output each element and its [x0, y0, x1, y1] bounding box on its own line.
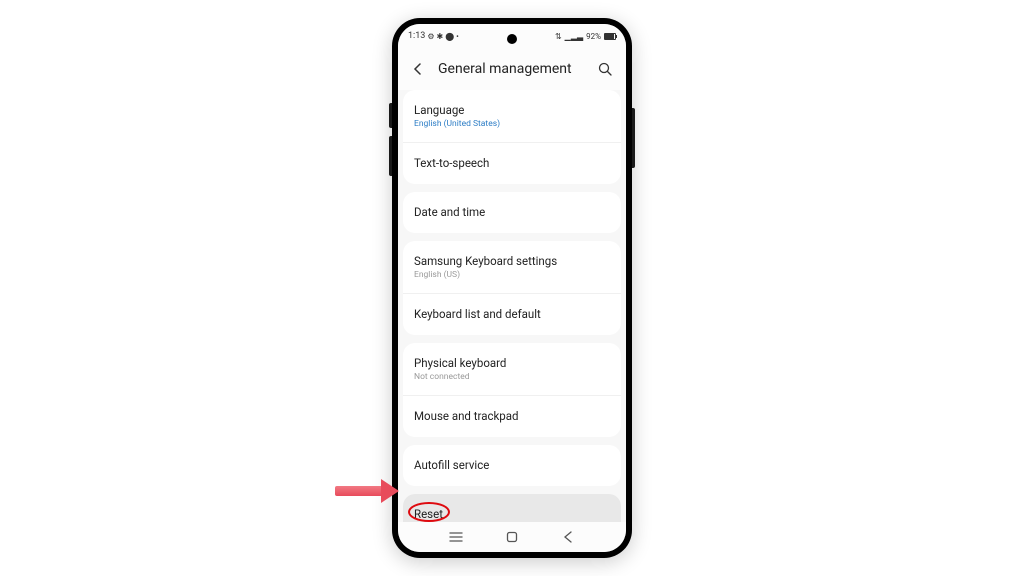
- battery-icon: [604, 33, 616, 40]
- settings-item-title: Samsung Keyboard settings: [414, 254, 610, 269]
- nav-back-button[interactable]: [553, 527, 583, 547]
- chevron-left-icon: [412, 63, 424, 75]
- settings-item-autofill-service[interactable]: Autofill service: [403, 445, 621, 486]
- side-button-right: [632, 108, 635, 168]
- chevron-left-icon: [563, 531, 573, 543]
- settings-item-subtitle: English (United States): [414, 119, 610, 129]
- settings-item-language[interactable]: LanguageEnglish (United States): [403, 90, 621, 142]
- settings-item-subtitle: Not connected: [414, 372, 610, 382]
- status-icons-left: ⚙ ✱ ⬤ •: [427, 32, 458, 41]
- settings-item-title: Date and time: [414, 205, 610, 220]
- settings-item-subtitle: English (US): [414, 270, 610, 280]
- settings-group: Date and time: [403, 192, 621, 233]
- settings-item-reset[interactable]: Reset: [403, 494, 621, 522]
- settings-group: LanguageEnglish (United States) Text-to-s…: [403, 90, 621, 184]
- settings-item-title: Autofill service: [414, 458, 610, 473]
- settings-item-date-and-time[interactable]: Date and time: [403, 192, 621, 233]
- home-icon: [506, 531, 518, 543]
- settings-item-physical-keyboard[interactable]: Physical keyboardNot connected: [403, 343, 621, 395]
- settings-group: Autofill service: [403, 445, 621, 486]
- status-time: 1:13: [408, 31, 425, 41]
- annotation-arrow: [335, 483, 399, 499]
- status-right: ⇅ ▁▂▃ 92%: [555, 32, 616, 41]
- page-title: General management: [438, 61, 584, 77]
- nav-recent-button[interactable]: [441, 527, 471, 547]
- recent-icon: [449, 532, 463, 542]
- navigation-bar: [398, 522, 626, 552]
- settings-item-title: Reset: [414, 507, 610, 522]
- wifi-icon: ⇅: [555, 32, 562, 41]
- side-button-left-1: [389, 103, 392, 128]
- battery-percentage: 92%: [586, 32, 601, 41]
- page-header: General management: [398, 48, 626, 90]
- settings-item-title: Physical keyboard: [414, 356, 610, 371]
- search-button[interactable]: [596, 60, 614, 78]
- settings-content[interactable]: LanguageEnglish (United States) Text-to-s…: [398, 90, 626, 522]
- settings-group: Reset: [403, 494, 621, 522]
- settings-item-title: Language: [414, 103, 610, 118]
- settings-group: Samsung Keyboard settingsEnglish (US) Key…: [403, 241, 621, 335]
- camera-hole: [507, 34, 517, 44]
- nav-home-button[interactable]: [497, 527, 527, 547]
- status-left: 1:13 ⚙ ✱ ⬤ •: [408, 31, 459, 41]
- settings-item-title: Keyboard list and default: [414, 307, 610, 322]
- side-button-left-2: [389, 136, 392, 176]
- phone-screen: 1:13 ⚙ ✱ ⬤ • ⇅ ▁▂▃ 92% General managemen…: [398, 24, 626, 552]
- settings-item-text-to-speech[interactable]: Text-to-speech: [403, 142, 621, 184]
- phone-frame: 1:13 ⚙ ✱ ⬤ • ⇅ ▁▂▃ 92% General managemen…: [392, 18, 632, 558]
- settings-item-keyboard-list-and-default[interactable]: Keyboard list and default: [403, 293, 621, 335]
- settings-group: Physical keyboardNot connected Mouse and …: [403, 343, 621, 437]
- back-button[interactable]: [410, 61, 426, 77]
- settings-item-mouse-and-trackpad[interactable]: Mouse and trackpad: [403, 395, 621, 437]
- settings-item-samsung-keyboard-settings[interactable]: Samsung Keyboard settingsEnglish (US): [403, 241, 621, 293]
- search-icon: [598, 62, 612, 76]
- signal-icon: ▁▂▃: [565, 32, 583, 41]
- settings-item-title: Mouse and trackpad: [414, 409, 610, 424]
- settings-item-title: Text-to-speech: [414, 156, 610, 171]
